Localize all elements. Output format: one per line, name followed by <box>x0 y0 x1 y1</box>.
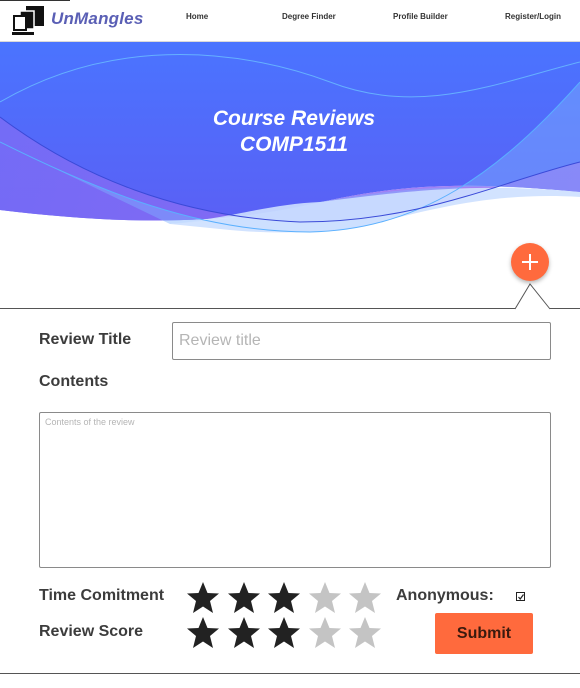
page-title-line2: COMP1511 <box>239 133 349 156</box>
books-stack-icon[interactable] <box>12 6 46 36</box>
brand-name[interactable]: UnMangles <box>51 9 143 29</box>
page-title: Course Reviews COMP1511 <box>0 106 580 158</box>
fab-notch <box>514 283 551 310</box>
time-commitment-label: Time Comitment <box>39 587 165 604</box>
contents-label: Contents <box>39 373 109 390</box>
hero-banner: Course Reviews COMP1511 <box>0 42 580 242</box>
star-filled-icon[interactable] <box>186 616 220 650</box>
check-icon <box>518 594 524 600</box>
nav-link-degree-finder[interactable]: Degree Finder <box>282 12 336 21</box>
contents-textarea[interactable] <box>39 412 551 568</box>
star-filled-icon[interactable] <box>267 581 301 615</box>
section-divider <box>0 308 580 309</box>
navbar: UnMangles Home Degree Finder Profile Bui… <box>0 0 580 42</box>
anonymous-checkbox[interactable] <box>516 592 525 601</box>
submit-button[interactable]: Submit <box>435 613 533 654</box>
review-score-label: Review Score <box>39 623 144 640</box>
review-title-input[interactable] <box>172 322 551 360</box>
add-review-button[interactable] <box>511 243 549 281</box>
navbar-top-rule <box>0 0 70 1</box>
nav-link-register-login[interactable]: Register/Login <box>505 12 561 21</box>
star-filled-icon[interactable] <box>227 616 261 650</box>
star-filled-icon[interactable] <box>227 581 261 615</box>
anonymous-label: Anonymous: <box>396 587 494 604</box>
nav-link-profile-builder[interactable]: Profile Builder <box>393 12 448 21</box>
bottom-rule <box>0 673 580 674</box>
star-empty-icon[interactable] <box>308 616 342 650</box>
nav-link-home[interactable]: Home <box>186 12 208 21</box>
page-title-line1: Course Reviews <box>212 107 376 130</box>
star-empty-icon[interactable] <box>348 581 382 615</box>
star-empty-icon[interactable] <box>348 616 382 650</box>
star-filled-icon[interactable] <box>186 581 220 615</box>
star-empty-icon[interactable] <box>308 581 342 615</box>
review-title-label: Review Title <box>39 331 132 348</box>
star-filled-icon[interactable] <box>267 616 301 650</box>
